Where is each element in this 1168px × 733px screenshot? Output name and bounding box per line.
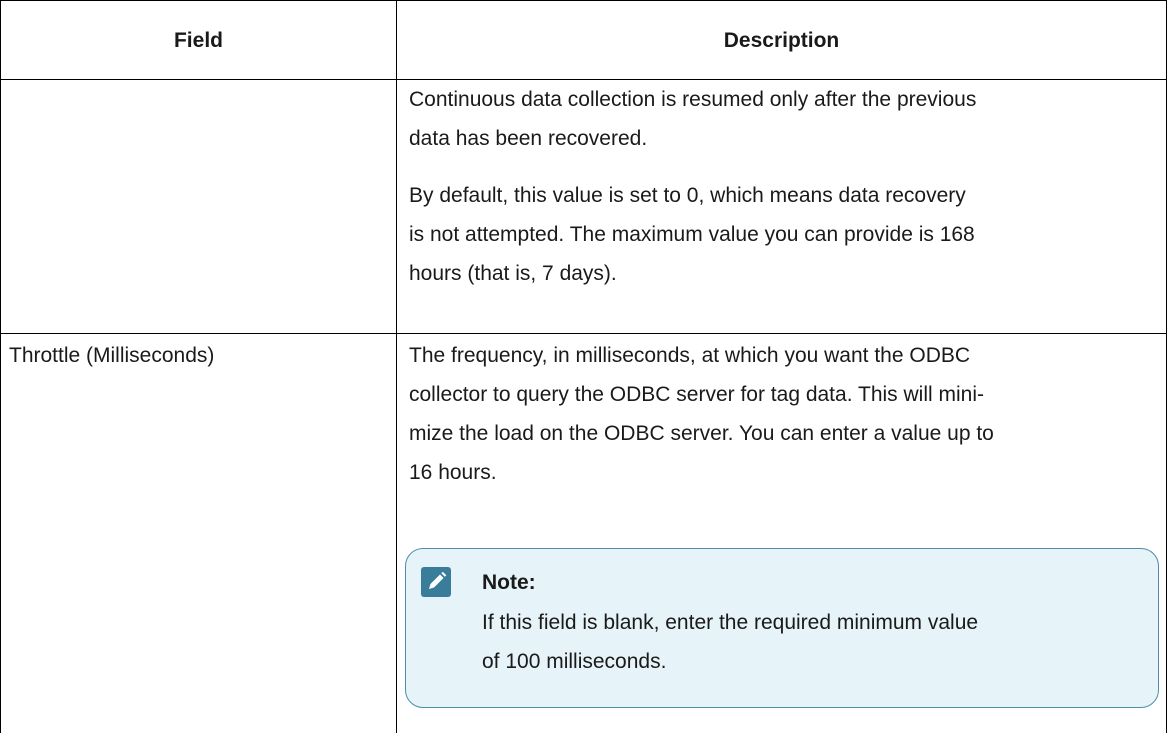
field-cell	[1, 80, 397, 333]
description-cell: The frequency, in milliseconds, at which…	[397, 334, 1166, 733]
table-header-row: Field Description	[1, 0, 1166, 80]
header-description: Description	[723, 29, 840, 52]
text-line: By default, this value is set to 0, whic…	[409, 184, 966, 207]
table-row: Throttle (Milliseconds) The frequency, i…	[1, 334, 1166, 733]
field-description-table: Field Description Continuous data collec…	[0, 0, 1167, 733]
text-line: is not attempted. The maximum value you …	[409, 223, 975, 246]
text-line: data has been recovered.	[409, 127, 648, 150]
text-line: mize the load on the ODBC server. You ca…	[409, 422, 994, 445]
text-line: Continuous data collection is resumed on…	[409, 88, 977, 111]
description-cell: Continuous data collection is resumed on…	[397, 80, 1166, 333]
field-label: Throttle (Milliseconds)	[9, 344, 215, 367]
header-description-cell: Description	[397, 1, 1166, 79]
description-paragraph: By default, this value is set to 0, whic…	[409, 176, 1157, 293]
description-paragraph: The frequency, in milliseconds, at which…	[409, 336, 1157, 492]
text-line: of 100 milliseconds.	[482, 650, 667, 673]
description-paragraph: Continuous data collection is resumed on…	[409, 80, 1157, 158]
table-row: Continuous data collection is resumed on…	[1, 80, 1166, 334]
note-callout: Note: If this field is blank, enter the …	[405, 548, 1159, 708]
note-title: Note:	[482, 571, 536, 594]
text-line: 16 hours.	[409, 461, 497, 484]
text-line: collector to query the ODBC server for t…	[409, 383, 984, 406]
pencil-icon	[421, 567, 451, 597]
field-cell: Throttle (Milliseconds)	[1, 334, 397, 733]
header-field: Field	[173, 29, 223, 52]
text-line: hours (that is, 7 days).	[409, 262, 617, 285]
text-line: The frequency, in milliseconds, at which…	[409, 344, 971, 367]
text-line: If this field is blank, enter the requir…	[482, 611, 979, 634]
header-field-cell: Field	[1, 1, 397, 79]
note-text: If this field is blank, enter the requir…	[482, 603, 978, 681]
